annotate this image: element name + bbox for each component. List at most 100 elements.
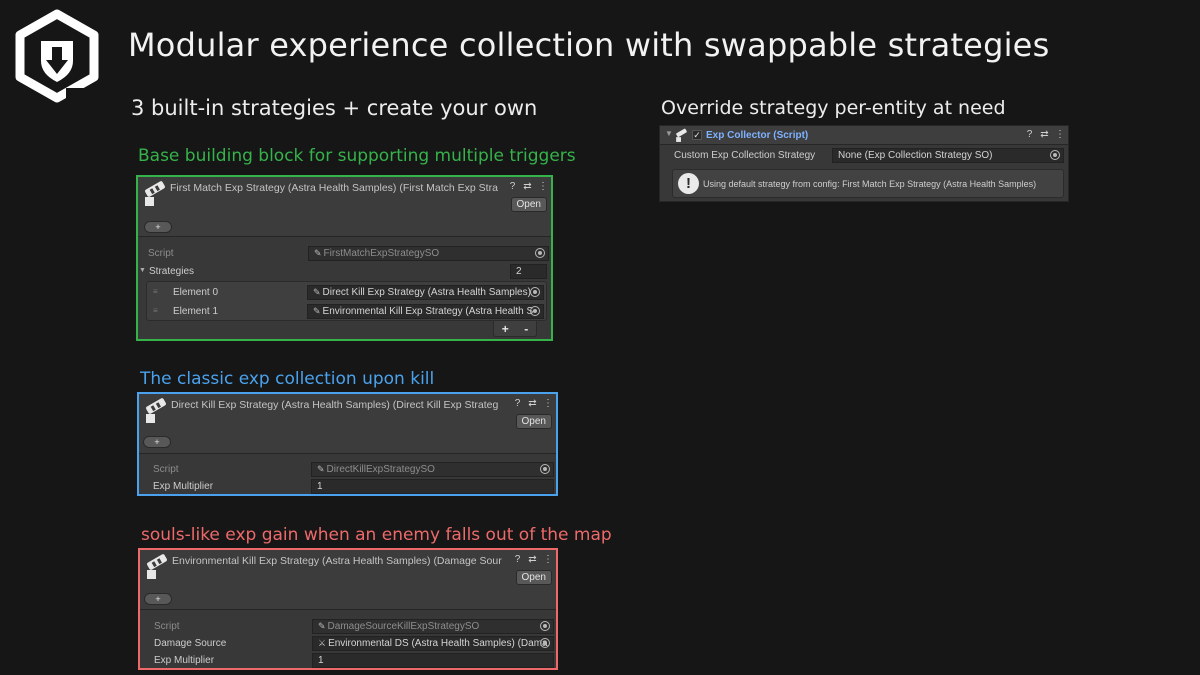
exp-multiplier-field[interactable]: 1: [311, 479, 554, 494]
presets-icon[interactable]: ⇄: [1040, 129, 1049, 141]
presets-icon[interactable]: ⇄: [528, 554, 537, 566]
presets-icon[interactable]: ⇄: [523, 181, 532, 193]
damage-source-row: Damage Source ⚔ Environmental DS (Astra H…: [140, 635, 556, 652]
damage-source-label: Damage Source: [154, 638, 227, 649]
panel-first-match: First Match Exp Strategy (Astra Health S…: [136, 175, 553, 341]
script-value: DirectKillExpStrategySO: [326, 464, 435, 475]
enabled-checkbox[interactable]: ✓: [692, 130, 702, 140]
script-icon: ✎: [313, 287, 321, 297]
page-title: Modular experience collection with swapp…: [128, 26, 1050, 64]
object-picker-icon: [535, 248, 545, 258]
caption-first-match: Base building block for supporting multi…: [138, 146, 576, 166]
open-button[interactable]: Open: [515, 570, 552, 585]
exp-multiplier-row: Exp Multiplier 1: [140, 652, 556, 669]
inspector-title: First Match Exp Strategy (Astra Health S…: [170, 182, 498, 194]
add-button[interactable]: +: [144, 221, 172, 233]
script-field: ✎ FirstMatchExpStrategySO: [308, 246, 549, 261]
object-picker-icon[interactable]: [530, 306, 540, 316]
remove-element-button[interactable]: -: [524, 322, 528, 336]
inspector-header: Environmental Kill Exp Strategy (Astra H…: [140, 550, 556, 610]
script-label: Script: [153, 464, 179, 475]
fold-arrow-icon[interactable]: ▼: [139, 267, 146, 274]
component-title: Exp Collector (Script): [706, 130, 809, 141]
inspector-title: Direct Kill Exp Strategy (Astra Health S…: [171, 399, 499, 411]
script-icon: ✎: [313, 306, 321, 316]
help-icon[interactable]: ?: [1025, 129, 1034, 141]
presets-icon[interactable]: ⇄: [528, 398, 537, 410]
damage-source-value: Environmental DS (Astra Health Samples) …: [328, 638, 548, 649]
script-field: ✎ DirectKillExpStrategySO: [311, 462, 554, 477]
exp-multiplier-field[interactable]: 1: [312, 653, 554, 668]
damage-source-icon: ⚔: [318, 638, 327, 648]
panel-direct-kill: Direct Kill Exp Strategy (Astra Health S…: [137, 392, 558, 496]
add-button[interactable]: +: [143, 436, 171, 448]
list-item[interactable]: ≡ Element 0 ✎ Direct Kill Exp Strategy (A…: [147, 284, 546, 301]
help-icon[interactable]: ?: [513, 554, 522, 566]
inspector-header: Direct Kill Exp Strategy (Astra Health S…: [139, 394, 556, 454]
help-text: Using default strategy from config: Firs…: [703, 179, 1037, 189]
script-label: Script: [154, 621, 180, 632]
help-icon[interactable]: ?: [508, 181, 517, 193]
script-row: Script ✎ DamageSourceKillExpStrategySO: [140, 618, 556, 635]
list-item[interactable]: ≡ Element 1 ✎ Environmental Kill Exp Stra…: [147, 303, 546, 320]
fold-arrow-icon[interactable]: ▼: [665, 129, 673, 138]
exp-collector-component: ▼ ✓ Exp Collector (Script) ? ⇄ ⋮ Custom …: [659, 125, 1069, 202]
script-row: Script ✎ DirectKillExpStrategySO: [139, 461, 556, 478]
caption-environmental: souls-like exp gain when an enemy falls …: [141, 525, 612, 545]
add-button[interactable]: +: [144, 593, 172, 605]
element-value: Direct Kill Exp Strategy (Astra Health S…: [322, 287, 531, 298]
open-button[interactable]: Open: [515, 414, 552, 429]
menu-icon[interactable]: ⋮: [538, 181, 548, 193]
help-box: ! Using default strategy from config: Fi…: [672, 169, 1064, 198]
script-value: FirstMatchExpStrategySO: [323, 248, 440, 259]
scriptable-object-icon: [147, 554, 167, 579]
element-field[interactable]: ✎ Direct Kill Exp Strategy (Astra Health …: [307, 285, 544, 300]
custom-strategy-label: Custom Exp Collection Strategy: [674, 150, 816, 161]
inspector-title: Environmental Kill Exp Strategy (Astra H…: [172, 555, 502, 567]
brand-logo-icon: [15, 9, 99, 103]
exp-multiplier-label: Exp Multiplier: [153, 481, 214, 492]
script-icon: ✎: [318, 621, 326, 631]
strategies-row[interactable]: ▼ Strategies 2: [138, 263, 551, 280]
custom-strategy-field[interactable]: None (Exp Collection Strategy SO): [832, 148, 1064, 163]
strategies-count-field[interactable]: 2: [510, 264, 547, 279]
element-value: Environmental Kill Exp Strategy (Astra H…: [322, 306, 534, 317]
warning-icon: !: [678, 173, 699, 194]
subtitle-built-in: 3 built-in strategies + create your own: [131, 96, 538, 120]
exp-multiplier-row: Exp Multiplier 1: [139, 478, 556, 495]
scriptable-object-icon: [146, 398, 166, 423]
script-icon: ✎: [317, 464, 325, 474]
script-component-icon: [676, 128, 687, 142]
custom-strategy-row: Custom Exp Collection Strategy None (Exp…: [660, 147, 1068, 164]
object-picker-icon[interactable]: [530, 287, 540, 297]
menu-icon[interactable]: ⋮: [543, 554, 553, 566]
object-picker-icon[interactable]: [540, 638, 550, 648]
menu-icon[interactable]: ⋮: [543, 398, 553, 410]
script-row: Script ✎ FirstMatchExpStrategySO: [138, 245, 551, 262]
custom-strategy-value: None (Exp Collection Strategy SO): [838, 150, 993, 161]
subtitle-override: Override strategy per-entity at need: [661, 97, 1006, 119]
caption-direct-kill: The classic exp collection upon kill: [140, 369, 435, 389]
damage-source-field[interactable]: ⚔ Environmental DS (Astra Health Samples)…: [312, 636, 554, 651]
menu-icon[interactable]: ⋮: [1055, 129, 1065, 141]
open-button[interactable]: Open: [510, 197, 547, 212]
list-footer: + -: [493, 321, 537, 337]
object-picker-icon[interactable]: [1050, 150, 1060, 160]
element-field[interactable]: ✎ Environmental Kill Exp Strategy (Astra …: [307, 304, 544, 319]
element-label: Element 1: [173, 306, 219, 317]
scriptable-object-icon: [145, 181, 165, 206]
inspector-header: First Match Exp Strategy (Astra Health S…: [138, 177, 551, 237]
script-value: DamageSourceKillExpStrategySO: [327, 621, 480, 632]
component-header[interactable]: ▼ ✓ Exp Collector (Script) ? ⇄ ⋮: [660, 126, 1068, 145]
drag-handle-icon[interactable]: ≡: [153, 306, 158, 315]
exp-multiplier-label: Exp Multiplier: [154, 655, 215, 666]
object-picker-icon: [540, 464, 550, 474]
help-icon[interactable]: ?: [513, 398, 522, 410]
add-element-button[interactable]: +: [502, 322, 509, 336]
script-field: ✎ DamageSourceKillExpStrategySO: [312, 619, 554, 634]
object-picker-icon: [540, 621, 550, 631]
panel-environmental: Environmental Kill Exp Strategy (Astra H…: [138, 548, 558, 670]
strategies-list: ≡ Element 0 ✎ Direct Kill Exp Strategy (A…: [146, 281, 547, 321]
element-label: Element 0: [173, 287, 219, 298]
drag-handle-icon[interactable]: ≡: [153, 287, 158, 296]
